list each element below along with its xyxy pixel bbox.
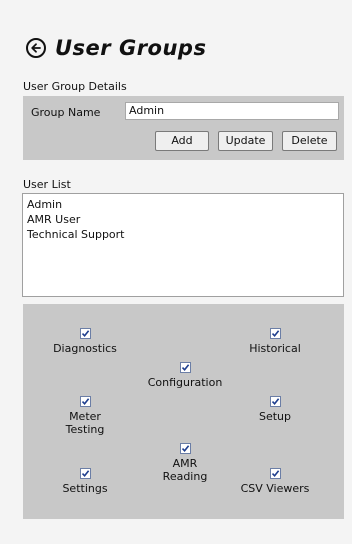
configuration-label: Configuration xyxy=(147,376,223,389)
update-button[interactable]: Update xyxy=(218,131,273,151)
permissions-panel: Diagnostics Historical Configuration Met… xyxy=(23,304,344,519)
permission-amr-reading: AMR Reading xyxy=(155,443,215,483)
permission-settings: Settings xyxy=(45,468,125,495)
permission-setup: Setup xyxy=(245,396,305,423)
page-title: User Groups xyxy=(55,36,207,60)
permission-configuration: Configuration xyxy=(140,362,230,389)
circle-arrow-left-icon xyxy=(31,43,41,53)
csv-viewers-checkbox[interactable] xyxy=(269,468,281,479)
back-button[interactable] xyxy=(26,38,46,58)
page-header: User Groups xyxy=(26,34,206,62)
amr-reading-label: AMR Reading xyxy=(162,457,208,483)
csv-viewers-label: CSV Viewers xyxy=(240,482,310,495)
permission-historical: Historical xyxy=(235,328,315,355)
checkmark-icon xyxy=(181,364,189,372)
historical-checkbox[interactable] xyxy=(269,328,281,339)
user-list-label: User List xyxy=(23,178,71,191)
delete-button[interactable]: Delete xyxy=(282,131,337,151)
setup-checkbox[interactable] xyxy=(269,396,281,407)
settings-label: Settings xyxy=(62,482,108,495)
details-section-label: User Group Details xyxy=(23,80,127,93)
group-name-label: Group Name xyxy=(31,106,101,119)
amr-reading-checkbox[interactable] xyxy=(179,443,191,454)
list-item[interactable]: Admin xyxy=(27,197,339,212)
add-button[interactable]: Add xyxy=(155,131,209,151)
user-list[interactable]: Admin AMR User Technical Support xyxy=(22,193,344,297)
checkmark-icon xyxy=(81,330,89,338)
permission-meter-testing: Meter Testing xyxy=(55,396,115,436)
list-item[interactable]: Technical Support xyxy=(27,227,339,242)
checkmark-icon xyxy=(181,445,189,453)
diagnostics-checkbox[interactable] xyxy=(79,328,91,339)
historical-label: Historical xyxy=(249,342,301,355)
permission-csv-viewers: CSV Viewers xyxy=(235,468,315,495)
checkmark-icon xyxy=(271,470,279,478)
checkmark-icon xyxy=(271,330,279,338)
checkmark-icon xyxy=(81,398,89,406)
group-details-panel: Group Name Admin Add Update Delete xyxy=(23,96,344,160)
list-item[interactable]: AMR User xyxy=(27,212,339,227)
diagnostics-label: Diagnostics xyxy=(53,342,117,355)
checkmark-icon xyxy=(81,470,89,478)
configuration-checkbox[interactable] xyxy=(179,362,191,373)
meter-testing-label: Meter Testing xyxy=(65,410,105,436)
settings-checkbox[interactable] xyxy=(79,468,91,479)
setup-label: Setup xyxy=(258,410,292,423)
checkmark-icon xyxy=(271,398,279,406)
meter-testing-checkbox[interactable] xyxy=(79,396,91,407)
permission-diagnostics: Diagnostics xyxy=(45,328,125,355)
group-name-input[interactable]: Admin xyxy=(125,102,339,120)
